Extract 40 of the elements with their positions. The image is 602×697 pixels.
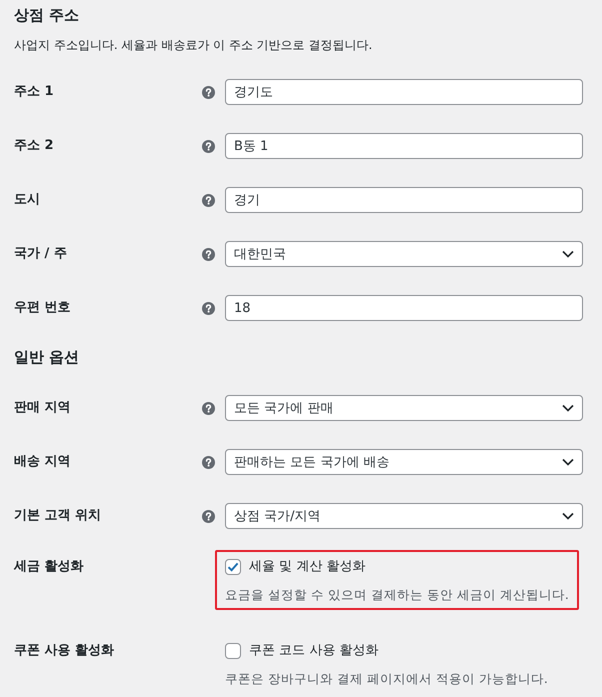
help-icon[interactable] [202,302,215,314]
help-icon[interactable] [202,510,215,522]
checkbox-label[interactable]: 쿠폰 코드 사용 활성화 [249,642,378,660]
field-label: 배송 지역 [14,453,71,471]
text-field[interactable]: B동 1 [225,133,583,159]
checkbox-label[interactable]: 세율 및 계산 활성화 [249,558,366,576]
chevron-down-icon [562,250,574,258]
checkmark-icon [227,561,239,573]
field-label: 쿠폰 사용 활성화 [14,642,114,660]
field-label: 주소 2 [14,137,54,155]
help-icon[interactable] [202,456,215,468]
select-field[interactable]: 상점 국가/지역 [225,503,583,529]
select-field[interactable]: 판매하는 모든 국가에 배송 [225,449,583,475]
help-icon[interactable] [202,140,215,152]
field-label: 국가 / 주 [14,245,67,263]
field-label: 판매 지역 [14,399,71,417]
field-label: 도시 [14,191,40,209]
chevron-down-icon [562,404,574,412]
help-icon[interactable] [202,194,215,206]
field-label: 우편 번호 [14,299,71,317]
option-description: 쿠폰은 장바구니와 결제 페이지에서 적용이 가능합니다. [225,670,548,688]
checkbox[interactable] [225,559,241,575]
field-label: 주소 1 [14,83,54,101]
section-title: 일반 옵션 [14,347,80,368]
text-field[interactable]: 경기 [225,187,583,213]
select-field[interactable]: 모든 국가에 판매 [225,395,583,421]
field-label: 세금 활성화 [14,558,84,576]
field-label: 기본 고객 위치 [14,507,102,525]
text-field[interactable]: 18 [225,295,583,321]
section-description: 사업지 주소입니다. 세율과 배송료가 이 주소 기반으로 결정됩니다. [14,38,372,52]
chevron-down-icon [562,458,574,466]
help-icon[interactable] [202,402,215,414]
chevron-down-icon [562,512,574,520]
help-icon[interactable] [202,248,215,260]
text-field[interactable]: 경기도 [225,79,583,105]
checkbox[interactable] [225,643,241,659]
help-icon[interactable] [202,86,215,98]
select-field[interactable]: 대한민국 [225,241,583,267]
section-title: 상점 주소 [14,5,80,26]
option-description: 요금을 설정할 수 있으며 결제하는 동안 세금이 계산됩니다. [225,586,569,604]
